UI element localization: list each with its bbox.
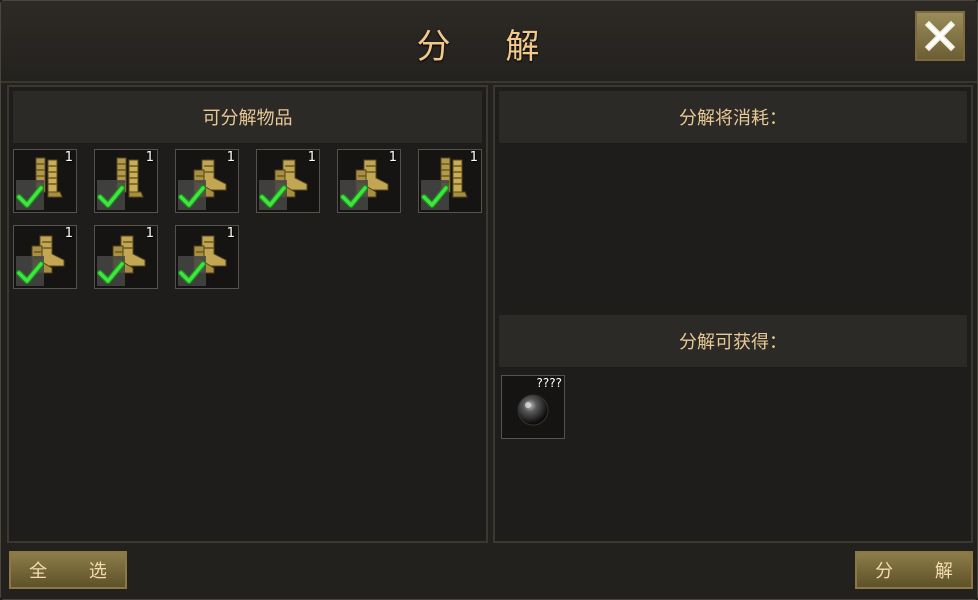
item-count: 1 [388,150,397,165]
selected-checkbox[interactable] [259,180,287,210]
checkmark-icon [178,261,206,284]
selected-checkbox[interactable] [178,256,206,286]
checkmark-icon [259,185,287,208]
item-count: 1 [145,226,154,241]
item-count: 1 [145,150,154,165]
item-count: 1 [64,150,73,165]
item-slot[interactable]: 1 [175,225,239,289]
item-count: 1 [64,226,73,241]
checkmark-icon [16,185,44,208]
selected-checkbox[interactable] [16,180,44,210]
checkmark-icon [421,185,449,208]
decompose-result-panel: 分解将消耗： 分解可获得： ???? [493,85,973,543]
decomposable-items-header: 可分解物品 [13,91,482,143]
select-all-button[interactable]: 全 选 [9,551,127,589]
selected-checkbox[interactable] [421,180,449,210]
selected-checkbox[interactable] [97,180,125,210]
item-slot[interactable]: 1 [175,149,239,213]
selected-checkbox[interactable] [340,180,368,210]
checkmark-icon [340,185,368,208]
item-slot[interactable]: 1 [13,225,77,289]
item-slot[interactable]: 1 [418,149,482,213]
close-button[interactable] [915,11,965,61]
item-slot[interactable]: 1 [94,225,158,289]
selected-checkbox[interactable] [16,256,44,286]
bottom-bar: 全 选 分 解 [1,545,977,599]
window-title: 分 解 [416,27,562,67]
checkmark-icon [16,261,44,284]
consume-header: 分解将消耗： [499,91,967,143]
item-count: 1 [469,150,478,165]
item-count: 1 [226,226,235,241]
title-bar: 分 解 [1,1,977,83]
item-count: 1 [307,150,316,165]
item-slot[interactable]: 1 [94,149,158,213]
decompose-window: 分 解 可分解物品 1 1 1 1 1 1 1 1 1 分解将消耗： 分解可获得： ???? 全… [0,0,978,600]
obtain-header: 分解可获得： [499,315,967,367]
item-slot[interactable]: 1 [337,149,401,213]
close-icon [924,20,956,52]
result-item-count: ???? [536,376,562,390]
result-item-slot[interactable]: ???? [501,375,565,439]
decompose-button[interactable]: 分 解 [855,551,973,589]
decomposable-items-panel: 可分解物品 1 1 1 1 1 1 1 1 1 [7,85,488,543]
checkmark-icon [97,185,125,208]
item-count: 1 [226,150,235,165]
selected-checkbox[interactable] [178,180,206,210]
item-slot[interactable]: 1 [13,149,77,213]
item-slot[interactable]: 1 [256,149,320,213]
checkmark-icon [178,185,206,208]
checkmark-icon [97,261,125,284]
selected-checkbox[interactable] [97,256,125,286]
